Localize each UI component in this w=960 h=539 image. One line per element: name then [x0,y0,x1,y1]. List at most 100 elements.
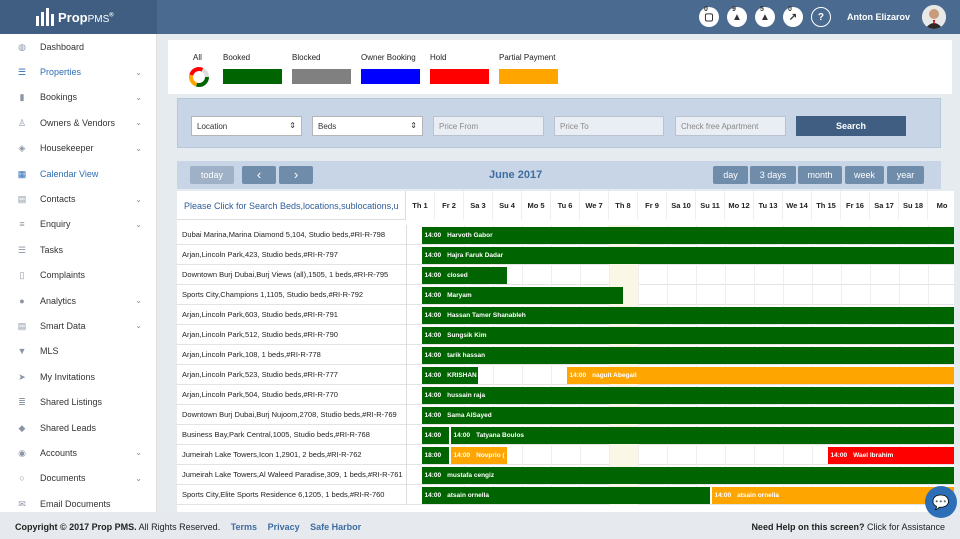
booking-bar[interactable]: 18:00 [421,447,449,464]
booking-bar[interactable]: 14:00 KRISHAN [421,367,478,384]
row-property-label[interactable]: Jumeirah Lake Towers,Al Waleed Paradise,… [182,470,404,479]
safe-harbor-link[interactable]: Safe Harbor [310,522,361,532]
sidebar-item-documents[interactable]: ○ Documents ⌄ [0,466,156,491]
legend-booked[interactable]: Booked [223,53,282,84]
check-free-apartment-input[interactable]: Check free Apartment [675,116,786,136]
sidebar-item-shared-listings[interactable]: ≣ Shared Listings [0,389,156,414]
booking-bar[interactable]: 14:00 Tatyana Boulos [450,427,954,444]
view-year-button[interactable]: year [887,166,924,184]
logo[interactable]: PropPMS® [0,0,157,34]
help-icon[interactable]: ? [810,7,831,27]
grid-line [638,285,639,305]
location-select[interactable]: Location [191,116,302,136]
sidebar-item-properties[interactable]: ☰ Properties ⌄ [0,59,156,84]
row-property-label[interactable]: Downtown Burj Dubai,Burj Views (all),150… [182,270,404,279]
view-3days-button[interactable]: 3 days [750,166,796,184]
booking-bar[interactable]: 14:00 Maryam [421,287,623,304]
day-header-cell: Su 18 [899,191,928,220]
avatar[interactable] [922,5,946,29]
booking-bar[interactable]: 14:00 closed [421,267,507,284]
sidebar-item-owners-vendors[interactable]: ♙ Owners & Vendors ⌄ [0,110,156,135]
booking-bar[interactable]: 14:00 Harvoth Gabor [421,227,954,244]
camera-icon[interactable]: 0 ▢ [698,6,719,27]
legend-hold[interactable]: Hold [430,53,489,84]
booking-bar[interactable]: 14:00 atsain ornella [711,487,954,504]
sidebar-item-shared-leads[interactable]: ◆ Shared Leads [0,415,156,440]
row-property-label[interactable]: Sports City,Elite Sports Residence 6,120… [182,490,404,499]
next-button[interactable]: › [279,166,313,184]
day-header-cell: We 14 [783,191,812,220]
grid-line [870,265,871,285]
sidebar-item-complaints[interactable]: ▯ Complaints [0,263,156,288]
chat-icon[interactable]: 💬 [925,486,957,518]
row-property-label[interactable]: Dubai Marina,Marina Diamond 5,104, Studi… [182,230,404,239]
sidebar-item-housekeeper[interactable]: ◈ Housekeeper ⌄ [0,136,156,161]
sidebar-item-label: Contacts [40,194,76,205]
sidebar-item-tasks[interactable]: ☰ Tasks [0,237,156,262]
row-property-label[interactable]: Arjan,Lincoln Park,512, Studio beds,#RI-… [182,330,404,339]
sidebar-item-dashboard[interactable]: ◍ Dashboard [0,34,156,59]
grid-line [522,445,523,465]
booking-bar[interactable]: 14:00 Wael Ibrahim [827,447,954,464]
price-to-input[interactable]: Price To [554,116,664,136]
legend-all[interactable]: All [189,53,210,88]
grid-search-hint[interactable]: Please Click for Search Beds,locations,s… [177,191,406,220]
row-property-label[interactable]: Business Bay,Park Central,1005, Studio b… [182,430,404,439]
booking-guest: Hassan Tamer Shanableh [447,312,526,319]
sidebar-item-calendar-view[interactable]: ▦ Calendar View [0,161,156,186]
row-property-label[interactable]: Arjan,Lincoln Park,523, Studio beds,#RI-… [182,370,404,379]
sidebar-item-my-invitations[interactable]: ➤ My Invitations [0,364,156,389]
booking-bar[interactable]: 14:00 hussain raja [421,387,954,404]
help-assistance-link[interactable]: Need Help on this screen? Click for Assi… [751,522,945,532]
legend-blocked[interactable]: Blocked [292,53,351,84]
sidebar-item-smart-data[interactable]: ▤ Smart Data ⌄ [0,313,156,338]
sidebar-item-accounts[interactable]: ◉ Accounts ⌄ [0,440,156,465]
price-from-input[interactable]: Price From [433,116,544,136]
sidebar-item-mls[interactable]: ▼ MLS [0,339,156,364]
legend-swatch [223,69,282,84]
legend-owner-booking[interactable]: Owner Booking [361,53,420,84]
view-month-button[interactable]: month [798,166,842,184]
sidebar-item-label: Analytics [40,295,77,306]
sidebar-item-bookings[interactable]: ▮ Bookings ⌄ [0,85,156,110]
view-day-button[interactable]: day [713,166,748,184]
sidebar-item-contacts[interactable]: ▤ Contacts ⌄ [0,186,156,211]
sidebar-item-label: Tasks [40,244,64,255]
booking-bar[interactable]: 14:00 atsain ornella [421,487,710,504]
row-property-label[interactable]: Jumeirah Lake Towers,Icon 1,2901, 2 beds… [182,450,404,459]
booking-bar[interactable]: 14:00 Sungsik Kim [421,327,954,344]
privacy-link[interactable]: Privacy [268,522,300,532]
row-property-label[interactable]: Arjan,Lincoln Park,423, Studio beds,#RI-… [182,250,404,259]
row-property-label[interactable]: Downtown Burj Dubai,Burj Nujoom,2708, St… [182,410,404,419]
legend-partial-payment[interactable]: Partial Payment [499,53,558,84]
sidebar-item-email-documents[interactable]: ✉ Email Documents [0,491,156,516]
view-week-button[interactable]: week [845,166,884,184]
booking-bar[interactable]: 14:00 [421,427,449,444]
booking-bar[interactable]: 14:00 Hassan Tamer Shanableh [421,307,954,324]
row-divider [406,465,407,485]
terms-link[interactable]: Terms [231,522,257,532]
day-header-cell: Mo 5 [522,191,551,220]
booking-guest: mustafa cengiz [447,472,495,479]
booking-bar[interactable]: 14:00 mustafa cengiz [421,467,954,484]
today-button[interactable]: today [190,166,234,184]
sidebar-item-analytics[interactable]: ● Analytics ⌄ [0,288,156,313]
booking-bar[interactable]: 14:00 Sama AlSayed [421,407,954,424]
booking-bar[interactable]: 14:00 Hajra Faruk Dadar [421,247,954,264]
chart-icon[interactable]: 0 ↗ [782,6,803,27]
search-button[interactable]: Search [796,116,906,136]
person-icon[interactable]: 9 ▲ [726,6,747,27]
booking-bar[interactable]: 14:00 tarik hassan [421,347,954,364]
sidebar-item-enquiry[interactable]: ≡ Enquiry ⌄ [0,212,156,237]
user-name[interactable]: Anton Elizarov [847,12,910,22]
booking-bar[interactable]: 14:00 Novprio ( [450,447,507,464]
prev-button[interactable]: ‹ [242,166,276,184]
row-property-label[interactable]: Arjan,Lincoln Park,108, 1 beds,#RI-R-778 [182,350,404,359]
booking-bar[interactable]: 14:00 naguit Abegail [566,367,954,384]
beds-select[interactable]: Beds [312,116,423,136]
row-property-label[interactable]: Arjan,Lincoln Park,603, Studio beds,#RI-… [182,310,404,319]
row-property-label[interactable]: Arjan,Lincoln Park,504, Studio beds,#RI-… [182,390,404,399]
row-property-label[interactable]: Sports City,Champions 1,1105, Studio bed… [182,290,404,299]
alert-icon[interactable]: 5 ▲ [754,6,775,27]
booking-time: 14:00 [424,252,442,259]
